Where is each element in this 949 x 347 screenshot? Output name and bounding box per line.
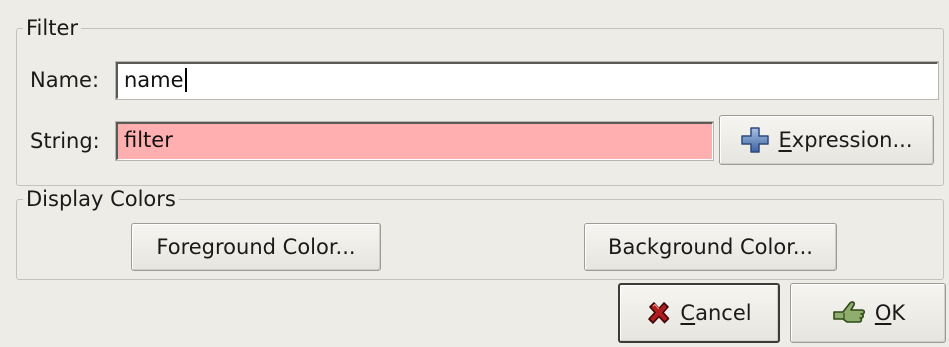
background-color-button-label: Background Color...: [608, 235, 813, 259]
ok-button-label: OK: [874, 301, 906, 325]
text-cursor: [184, 68, 187, 92]
ok-hand-icon: [831, 298, 867, 328]
display-colors-group-title: Display Colors: [23, 186, 179, 212]
ok-button[interactable]: OK: [790, 283, 946, 343]
name-label: Name:: [30, 68, 100, 92]
expression-button[interactable]: Expression...: [719, 115, 934, 165]
expression-button-label: Expression...: [778, 128, 913, 152]
cancel-button-label: Cancel: [680, 301, 752, 325]
plus-icon: [740, 126, 770, 154]
name-field-value: name: [124, 68, 184, 92]
cancel-button[interactable]: Cancel: [618, 283, 780, 343]
cancel-x-icon: [646, 300, 672, 326]
background-color-button[interactable]: Background Color...: [584, 223, 837, 271]
filter-string-field[interactable]: filter: [116, 122, 713, 160]
foreground-color-button-label: Foreground Color...: [156, 235, 356, 259]
filter-string-value: filter: [124, 128, 173, 152]
name-field[interactable]: name: [116, 62, 938, 99]
foreground-color-button[interactable]: Foreground Color...: [131, 223, 381, 271]
string-label: String:: [30, 129, 100, 153]
filter-group-title: Filter: [23, 15, 82, 41]
